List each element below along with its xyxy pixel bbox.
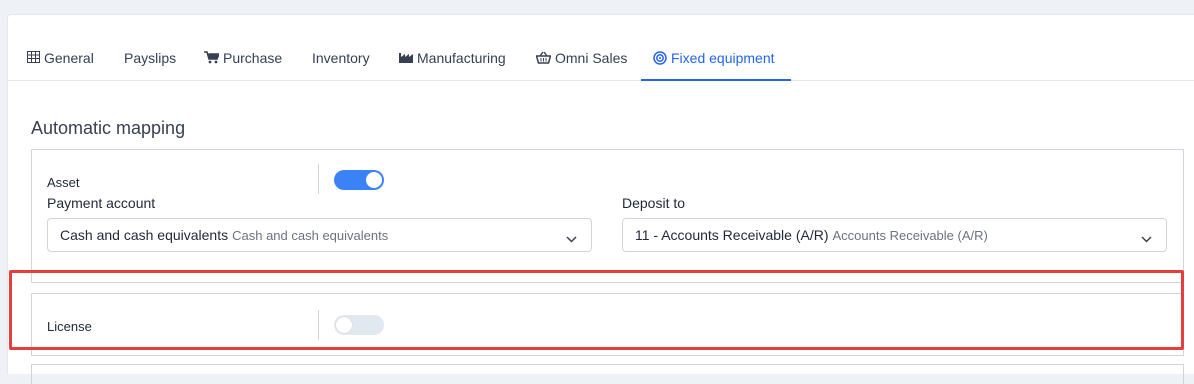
tab-bar: General Payslips Purchase Inventory Manu… (8, 15, 1194, 81)
tab-payslips[interactable]: Payslips (124, 50, 176, 80)
tab-label: Payslips (124, 50, 177, 66)
tab-general[interactable]: General (27, 50, 94, 80)
basket-icon (535, 50, 555, 67)
factory-icon (399, 50, 417, 66)
chevron-down-icon (566, 230, 577, 248)
active-tab-indicator (641, 79, 791, 81)
section-title: Automatic mapping (31, 118, 186, 138)
asset-toggle[interactable] (334, 170, 384, 190)
divider (318, 164, 319, 194)
tab-fixed-equipment[interactable]: Fixed equipment (653, 50, 775, 80)
highlight-frame (9, 270, 1184, 350)
deposit-to-select[interactable]: 11 - Accounts Receivable (A/R) Accounts … (622, 218, 1167, 252)
tab-label: Fixed equipment (671, 50, 775, 66)
cart-icon (204, 50, 223, 67)
tab-label: General (44, 50, 94, 66)
chevron-down-icon (1141, 230, 1152, 248)
target-icon (653, 50, 671, 68)
tab-manufacturing[interactable]: Manufacturing (399, 50, 506, 80)
asset-mapping-box: Asset Payment account Cash and cash equi… (31, 149, 1184, 283)
tab-label: Purchase (223, 50, 283, 66)
select-value-description: Cash and cash equivalents (232, 227, 389, 243)
select-value: 11 - Accounts Receivable (A/R) (635, 227, 829, 243)
tab-inventory[interactable]: Inventory (312, 50, 370, 80)
tab-purchase[interactable]: Purchase (204, 50, 282, 80)
tab-label: Inventory (312, 50, 370, 66)
asset-label: Asset (47, 175, 80, 190)
toggle-knob (366, 172, 382, 188)
select-value-description: Accounts Receivable (A/R) (832, 227, 988, 243)
tab-label: Manufacturing (417, 50, 506, 66)
payment-account-label: Payment account (47, 195, 156, 211)
deposit-to-label: Deposit to (622, 195, 686, 211)
table-icon (27, 50, 44, 66)
tab-omni-sales[interactable]: Omni Sales (535, 50, 628, 80)
tab-label: Omni Sales (555, 50, 628, 66)
payment-account-select[interactable]: Cash and cash equivalents Cash and cash … (47, 218, 592, 252)
next-mapping-box (31, 364, 1184, 384)
select-value: Cash and cash equivalents (60, 227, 229, 243)
